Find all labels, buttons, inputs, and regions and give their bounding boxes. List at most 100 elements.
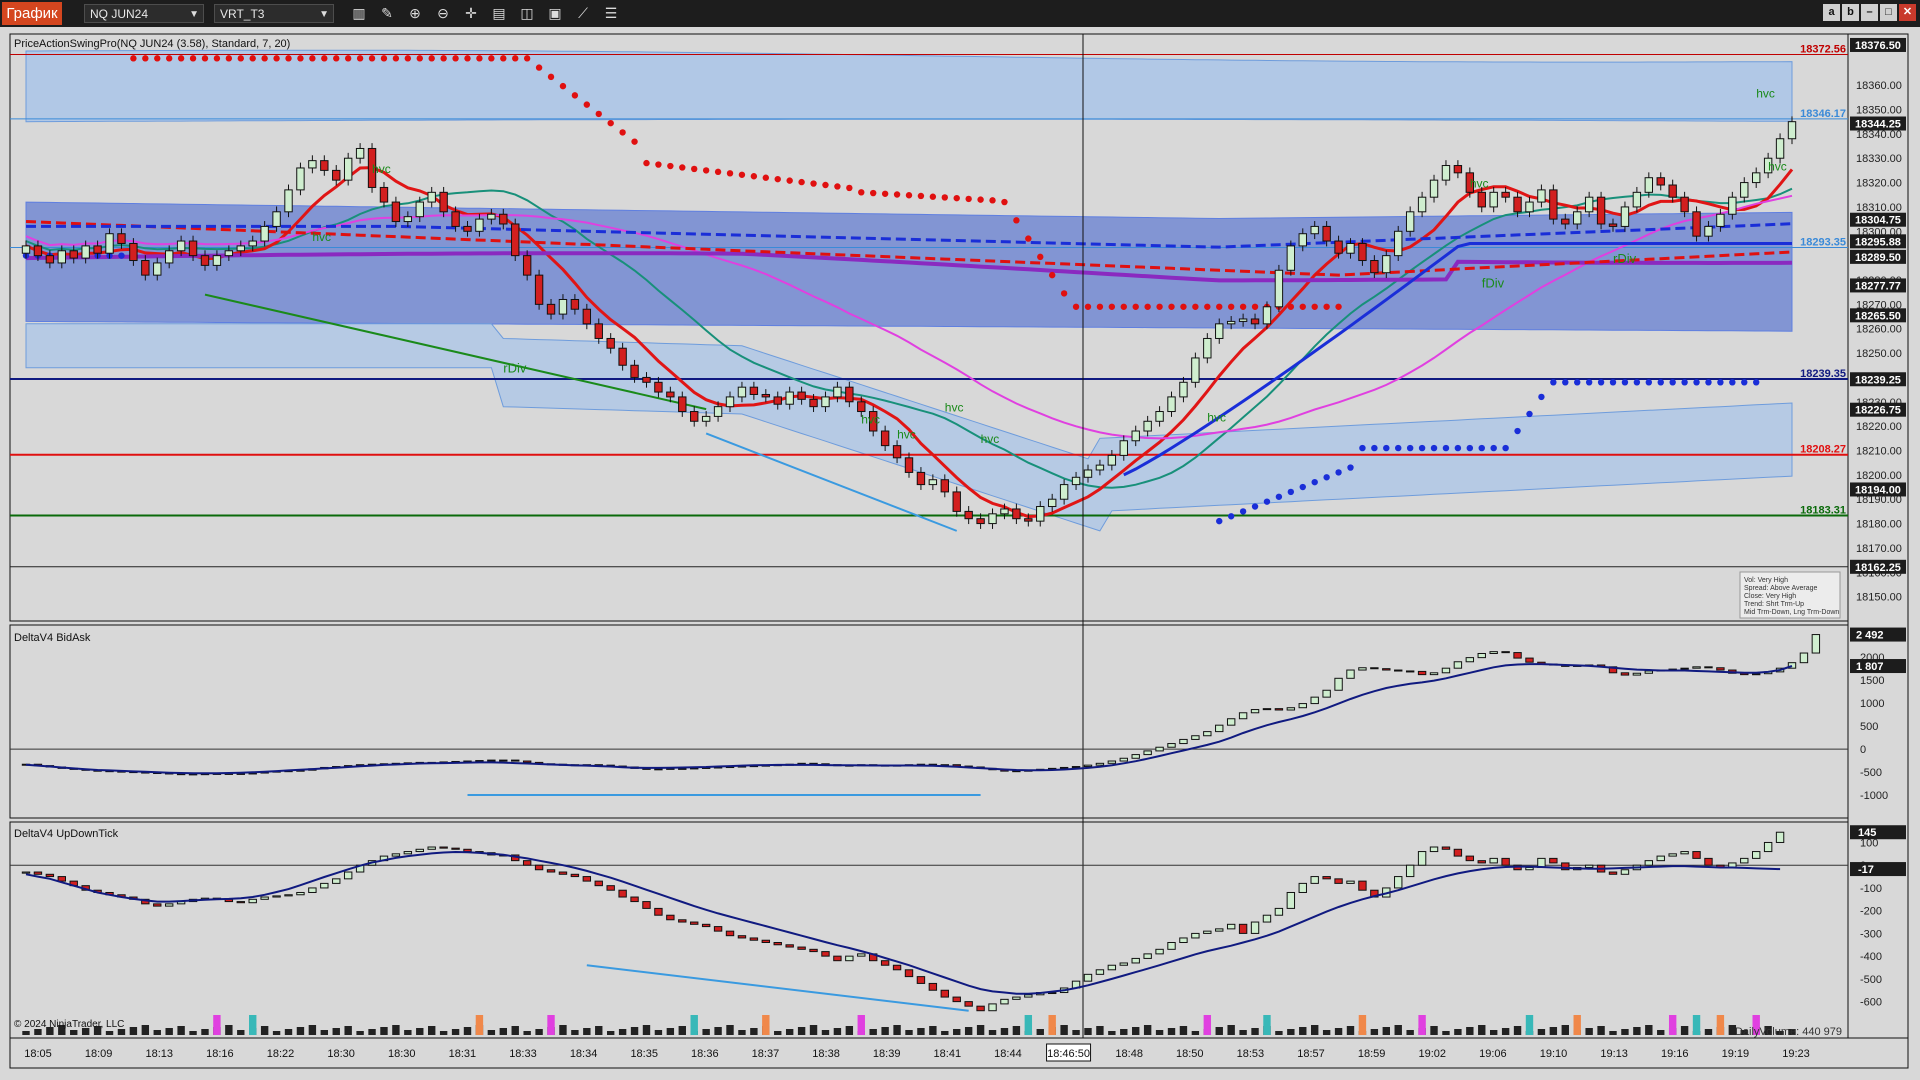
bidask-bar — [1167, 743, 1176, 748]
strategies-icon[interactable]: ▣ — [544, 4, 566, 23]
volume-bar — [1155, 1030, 1164, 1035]
bidask-tick: 0 — [1860, 744, 1866, 756]
status-line: Mid Trm-Down, Lng Trm-Down — [1744, 609, 1839, 616]
instrument-selector[interactable]: NQ JUN24 ▼ — [84, 4, 204, 23]
stop-dot — [631, 138, 638, 145]
candle-body — [940, 479, 949, 493]
stop-dot — [1442, 444, 1450, 452]
stop-dot — [834, 183, 841, 190]
volume-marker — [213, 1015, 221, 1035]
bidask-bar — [1692, 666, 1701, 669]
candle-body — [1298, 233, 1307, 247]
volume-bar — [344, 1026, 352, 1035]
price-flag-label: 18162.25 — [1855, 562, 1901, 574]
price-panel-title: PriceActionSwingPro(NQ JUN24 (3.58), Sta… — [14, 38, 290, 50]
crosshair-icon[interactable]: ✛ — [460, 4, 482, 23]
bidask-bar — [511, 759, 520, 762]
candle-body — [1346, 242, 1355, 254]
bidask-tick: 500 — [1860, 721, 1878, 733]
updowntick-tick: -300 — [1860, 928, 1882, 940]
stop-dot — [846, 184, 853, 192]
updowntick-bar — [1143, 953, 1152, 959]
maximize-icon[interactable]: □ — [1880, 4, 1897, 21]
indicators-icon[interactable]: ⟋ — [572, 4, 594, 23]
updowntick-bar — [308, 887, 317, 893]
candle-body — [284, 189, 293, 213]
candle-body — [821, 396, 830, 408]
price-tick-label: 18320.00 — [1856, 178, 1902, 190]
stop-dot — [1013, 217, 1020, 224]
data-box-icon[interactable]: ▤ — [488, 4, 510, 23]
bidask-bar — [1059, 766, 1069, 769]
volume-bar — [1597, 1026, 1605, 1035]
draw-tool-icon[interactable]: ✎ — [376, 4, 398, 23]
candle-body — [153, 262, 162, 276]
candle-body — [272, 211, 281, 227]
minimize-icon[interactable]: – — [1861, 4, 1878, 21]
volume-bar — [618, 1029, 627, 1035]
updowntick-bar — [1692, 851, 1701, 859]
volume-marker — [1573, 1015, 1581, 1035]
stop-dot — [989, 197, 996, 204]
candle-body — [1036, 506, 1045, 522]
value-flag-label: -17 — [1858, 864, 1874, 876]
stop-dot — [750, 173, 758, 180]
candle-body — [857, 401, 866, 413]
zoom-out-icon[interactable]: ⊖ — [432, 4, 454, 23]
volume-marker — [1418, 1015, 1426, 1035]
bar-type-icon[interactable]: ▥ — [348, 4, 370, 23]
candle-body — [1071, 476, 1081, 486]
properties-icon[interactable]: ◫ — [516, 4, 538, 23]
volume-bar — [1513, 1026, 1522, 1035]
time-tick-label: 18:30 — [388, 1048, 416, 1060]
candle-body — [1728, 196, 1737, 215]
updowntick-bar — [439, 846, 448, 849]
volume-bar — [416, 1028, 424, 1035]
stop-dot — [368, 55, 376, 62]
stop-dot — [440, 55, 447, 62]
price-flag-label: 18226.75 — [1855, 405, 1901, 417]
volume-bar — [392, 1025, 400, 1035]
chart-area[interactable]: 18372.56 18346.17 18293.35 18239.35 18208.27… — [0, 27, 1920, 1080]
bidask-bar — [1489, 651, 1498, 654]
tile-icon[interactable]: a — [1823, 4, 1840, 21]
updowntick-bar — [1334, 878, 1343, 884]
stop-dot — [1538, 393, 1545, 401]
volume-marker — [1024, 1015, 1033, 1035]
volume-bar — [1561, 1025, 1569, 1035]
chart-trader-icon[interactable]: ☰ — [600, 4, 622, 23]
updowntick-tick: -200 — [1860, 906, 1882, 918]
bidask-bar — [1346, 669, 1355, 679]
zoom-in-icon[interactable]: ⊕ — [404, 4, 426, 23]
template-selector[interactable]: VRT_T3 ▼ — [214, 4, 334, 23]
chart-tab[interactable]: График — [2, 2, 62, 25]
updowntick-bar — [785, 944, 794, 948]
volume-bar — [1096, 1026, 1104, 1035]
volume-bar — [368, 1029, 376, 1035]
close-icon[interactable]: ✕ — [1899, 4, 1916, 21]
stop-dot — [1335, 303, 1342, 310]
bidask-title: DeltaV4 BidAsk — [14, 632, 91, 644]
volume-bar — [821, 1030, 830, 1035]
bidask-tick: 1500 — [1860, 675, 1884, 687]
volume-bar — [1382, 1027, 1390, 1035]
candle-body — [1513, 196, 1522, 213]
chevron-down-icon: ▼ — [189, 9, 199, 20]
time-tick-label: 18:22 — [267, 1048, 295, 1060]
candle-body — [1537, 189, 1546, 203]
price-tick-label: 18180.00 — [1856, 519, 1902, 531]
candle-body — [1656, 177, 1665, 186]
candle-body — [200, 255, 210, 266]
stop-dot — [929, 193, 937, 200]
volume-bar — [750, 1028, 758, 1035]
updowntick-tick: -600 — [1860, 997, 1882, 1009]
stop-dot — [1359, 444, 1366, 452]
stop-dot — [1418, 444, 1426, 452]
price-tick-label: 18310.00 — [1856, 202, 1902, 214]
price-tick-label: 18350.00 — [1856, 105, 1902, 117]
tile2-icon[interactable]: b — [1842, 4, 1859, 21]
stop-dot — [643, 159, 650, 167]
candle-body — [1489, 191, 1498, 208]
volume-bar — [595, 1026, 603, 1035]
updowntick-bar — [821, 951, 830, 957]
